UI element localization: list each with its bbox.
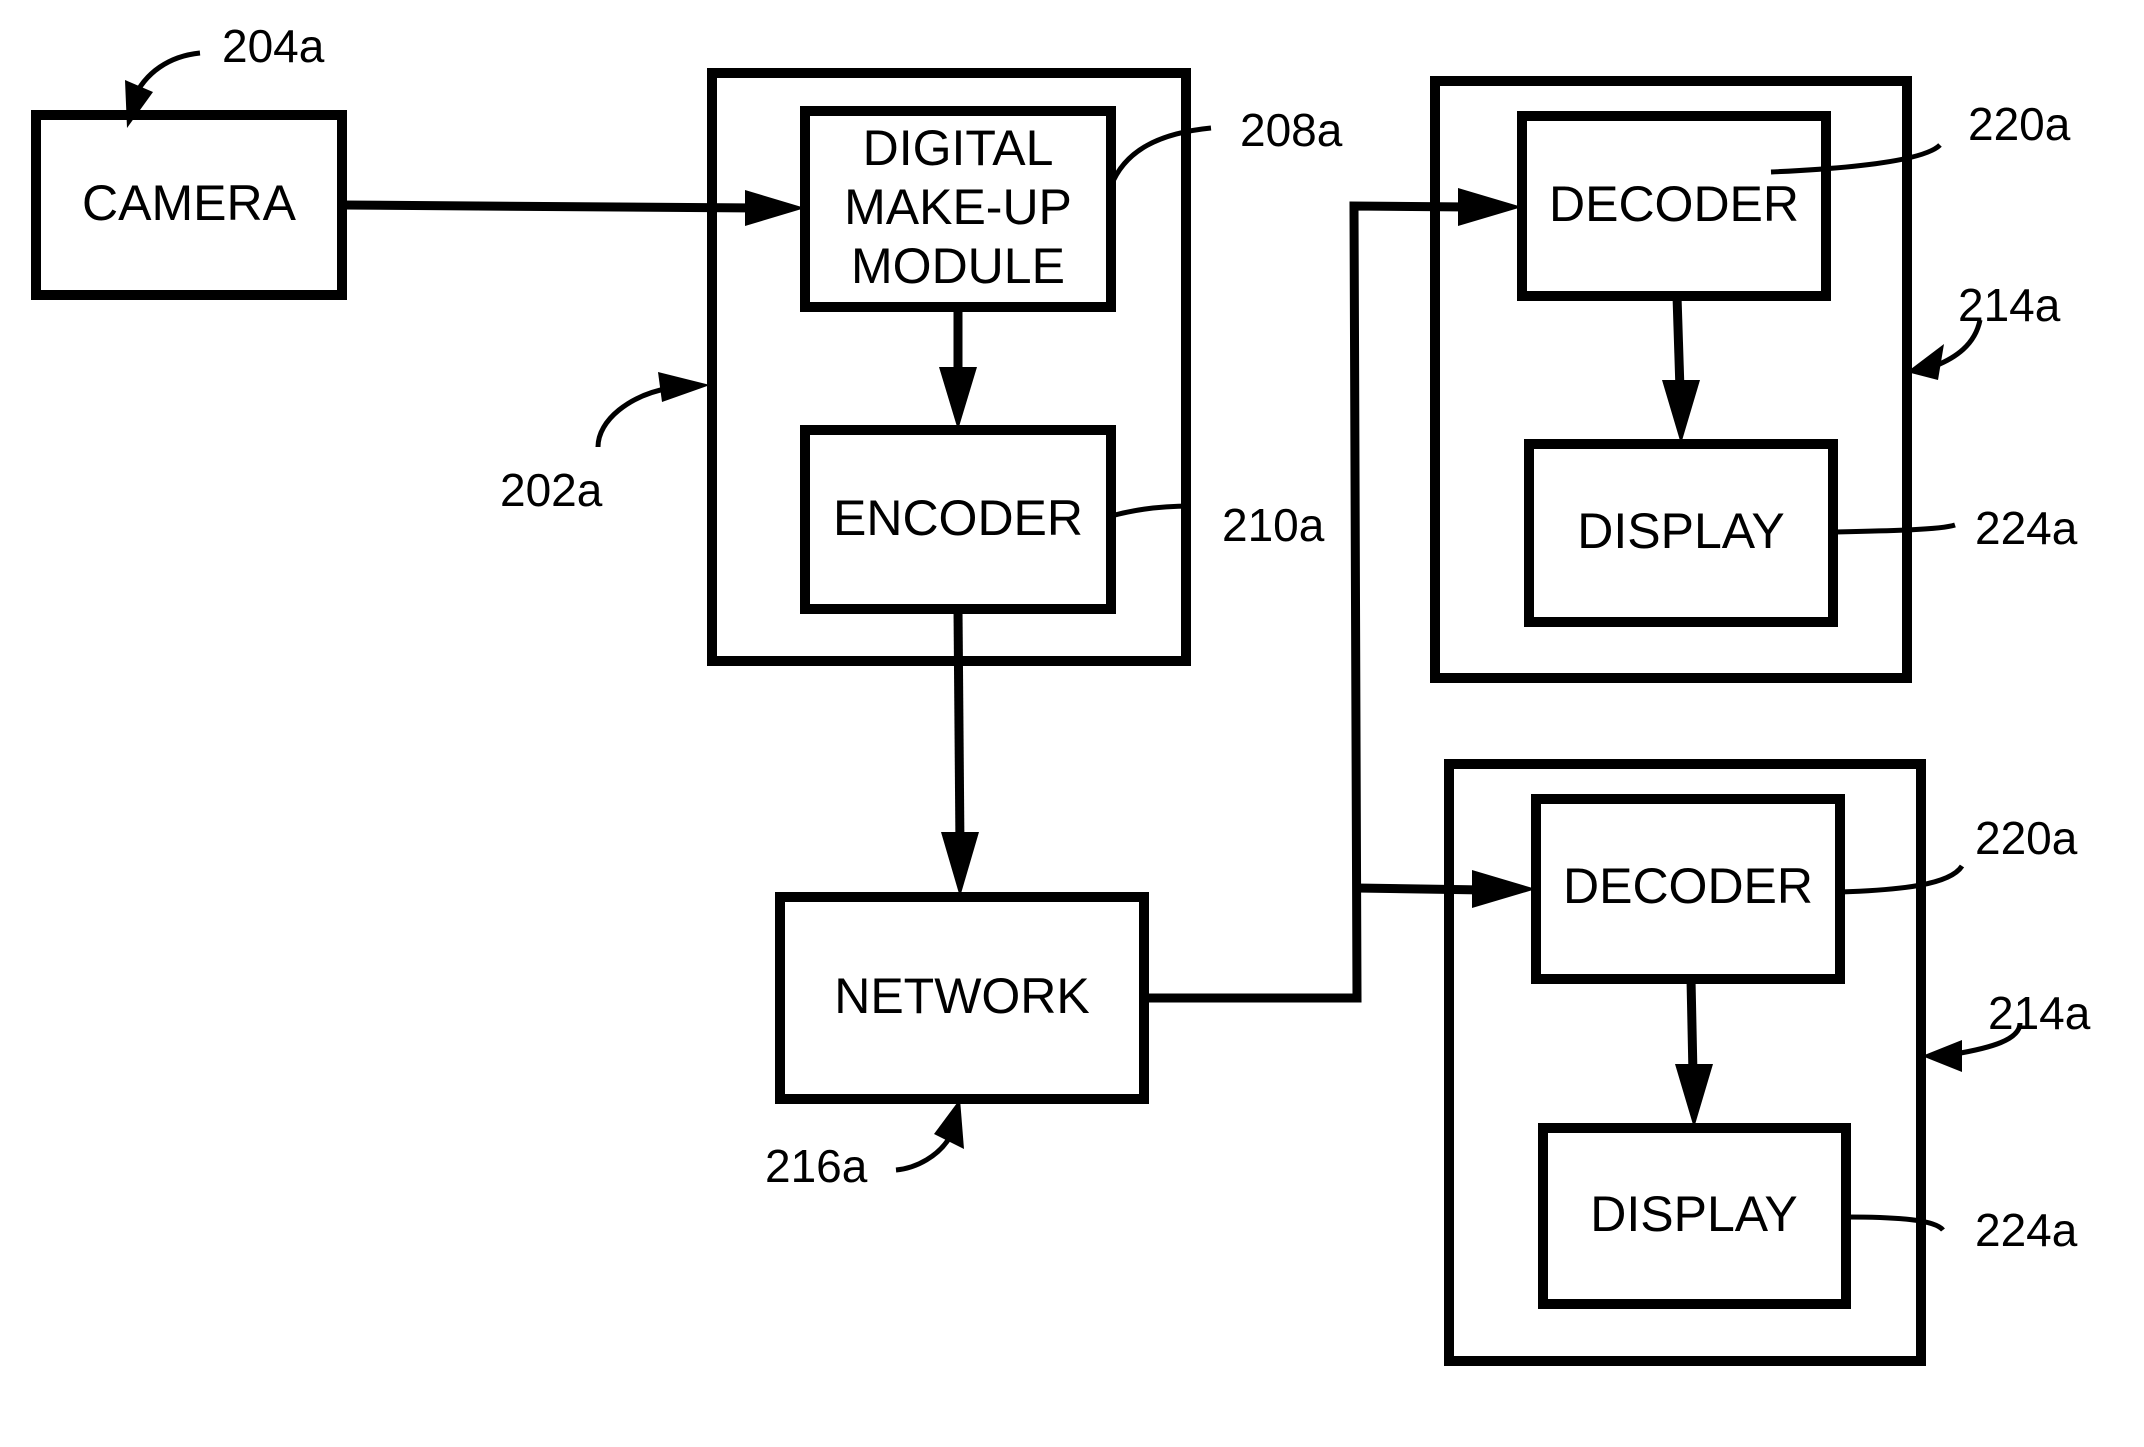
block-diagram: CAMERA DIGITAL MAKE-UP MODULE ENCODER NE… — [31, 20, 2091, 1366]
ref-label: 202a — [500, 464, 603, 516]
ref-label: 204a — [222, 20, 325, 72]
connector-line — [1686, 978, 1698, 1076]
encoder-label: ENCODER — [833, 490, 1083, 546]
connector-line — [1144, 201, 1471, 1003]
ref-label: 214a — [1958, 279, 2061, 331]
receiver-2-display-label: DISPLAY — [1590, 1186, 1798, 1242]
network-block: NETWORK — [775, 892, 1149, 1104]
camera-block: CAMERA — [31, 110, 347, 300]
connector-line — [953, 608, 965, 851]
ref-label: 216a — [765, 1140, 868, 1192]
ref-label: 220a — [1968, 98, 2071, 150]
ref-label: 214a — [1988, 987, 2091, 1039]
arrowhead-icon — [658, 372, 710, 402]
makeup-module-label-line-2: MAKE-UP — [844, 179, 1072, 235]
receiver-1-decoder-label: DECODER — [1549, 176, 1799, 232]
arrowhead-icon — [941, 832, 979, 897]
makeup-module-label-line-3: MODULE — [851, 238, 1065, 294]
ref-214a-2: 214a — [1922, 987, 2091, 1072]
ref-label: 224a — [1975, 502, 2078, 554]
connector-line — [1355, 883, 1486, 895]
ref-214a-1: 214a — [1907, 279, 2061, 380]
ref-216a: 216a — [765, 1099, 964, 1192]
makeup-module-block: DIGITAL MAKE-UP MODULE — [800, 106, 1116, 312]
receiver-2-decoder-label: DECODER — [1563, 858, 1813, 914]
leader-line — [595, 385, 671, 448]
connector-line — [1672, 295, 1685, 391]
camera-label: CAMERA — [82, 175, 297, 231]
ref-label: 220a — [1975, 812, 2078, 864]
receiver-1: DECODER DISPLAY — [1430, 76, 1912, 683]
receiver-2: DECODER DISPLAY — [1444, 759, 1926, 1366]
encoder-block: ENCODER — [800, 425, 1116, 614]
receiver-1-display-label: DISPLAY — [1577, 503, 1785, 559]
ref-label: 210a — [1222, 499, 1325, 551]
arrowhead-icon — [934, 1099, 964, 1149]
ref-label: 224a — [1975, 1204, 2078, 1256]
arrowhead-icon — [1907, 344, 1944, 380]
leader-line — [895, 1138, 951, 1173]
arrowhead-icon — [1922, 1040, 1962, 1072]
ref-label: 208a — [1240, 104, 1343, 156]
connector-line — [341, 200, 761, 213]
makeup-module-label-line-1: DIGITAL — [863, 120, 1054, 176]
ref-202a: 202a — [500, 372, 710, 516]
network-label: NETWORK — [834, 968, 1090, 1024]
